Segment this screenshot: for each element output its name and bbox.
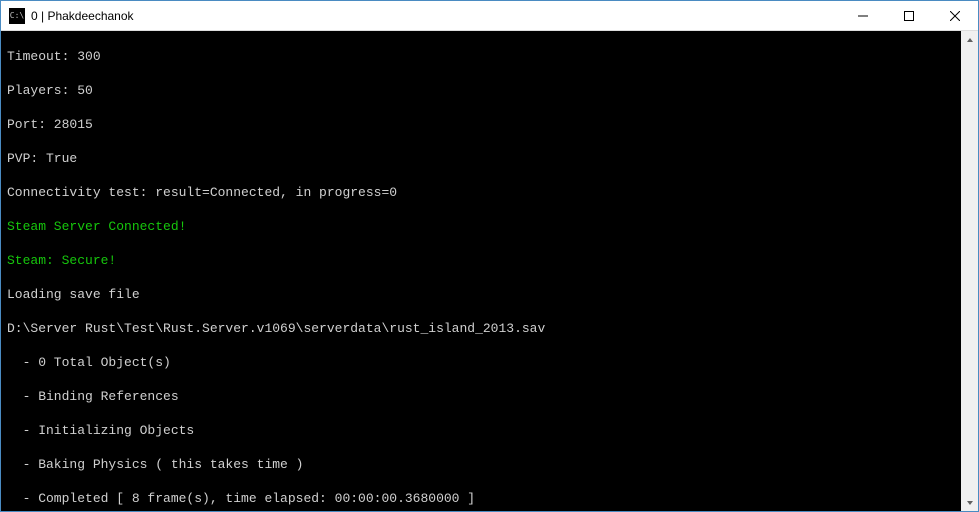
maximize-icon — [904, 11, 914, 21]
close-button[interactable] — [932, 1, 978, 30]
minimize-button[interactable] — [840, 1, 886, 30]
log-line: Port: 28015 — [7, 116, 955, 133]
minimize-icon — [858, 11, 868, 21]
scrollback: Timeout: 300 Players: 50 Port: 28015 PVP… — [7, 31, 955, 511]
close-icon — [950, 11, 960, 21]
log-line: D:\Server Rust\Test\Rust.Server.v1069\se… — [7, 320, 955, 337]
log-line: - Baking Physics ( this takes time ) — [7, 456, 955, 473]
maximize-button[interactable] — [886, 1, 932, 30]
vertical-scrollbar[interactable] — [961, 31, 978, 511]
content-area: Timeout: 300 Players: 50 Port: 28015 PVP… — [1, 31, 978, 511]
console-window: C:\ 0 | Phakdeechanok Timeout: 300 Playe… — [0, 0, 979, 512]
chevron-down-icon — [966, 499, 974, 507]
console-output[interactable]: Timeout: 300 Players: 50 Port: 28015 PVP… — [1, 31, 961, 511]
window-controls — [840, 1, 978, 30]
titlebar[interactable]: C:\ 0 | Phakdeechanok — [1, 1, 978, 31]
scrollbar-track[interactable] — [961, 48, 978, 494]
log-line: Players: 50 — [7, 82, 955, 99]
log-line: - Completed [ 8 frame(s), time elapsed: … — [7, 490, 955, 507]
log-line: Timeout: 300 — [7, 48, 955, 65]
cmd-icon: C:\ — [9, 8, 25, 24]
scroll-down-button[interactable] — [961, 494, 978, 511]
log-line: - Initializing Objects — [7, 422, 955, 439]
log-line: - 0 Total Object(s) — [7, 354, 955, 371]
log-line: - Binding References — [7, 388, 955, 405]
log-line-success: Steam Server Connected! — [7, 218, 955, 235]
chevron-up-icon — [966, 36, 974, 44]
window-title: 0 | Phakdeechanok — [31, 9, 134, 23]
log-line: PVP: True — [7, 150, 955, 167]
log-line: Connectivity test: result=Connected, in … — [7, 184, 955, 201]
log-line-success: Steam: Secure! — [7, 252, 955, 269]
log-line: Loading save file — [7, 286, 955, 303]
scroll-up-button[interactable] — [961, 31, 978, 48]
